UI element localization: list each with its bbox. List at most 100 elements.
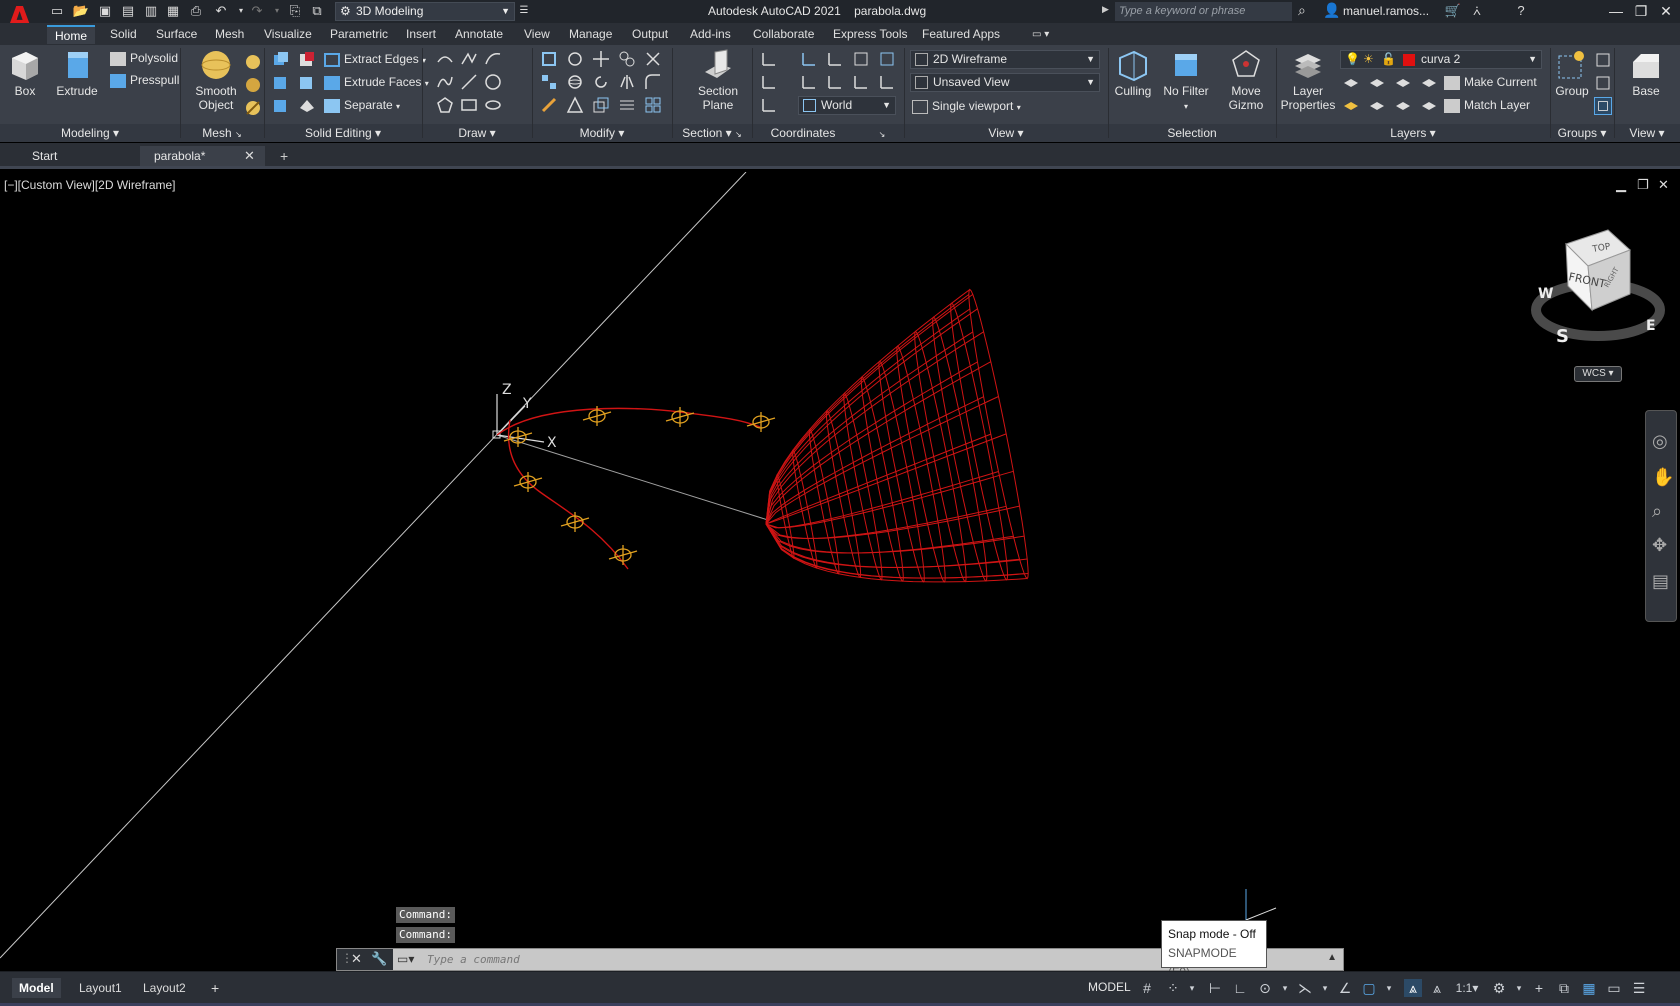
search-expand-icon[interactable]: ▶ <box>1102 4 1109 15</box>
extrude-faces-button[interactable]: Extrude Faces ▾ <box>324 73 429 91</box>
save-icon[interactable]: ▣ <box>96 3 114 19</box>
culling-button[interactable]: Culling <box>1110 48 1156 98</box>
redo-icon[interactable]: ↷ <box>248 3 266 19</box>
curve-grips[interactable] <box>503 406 776 565</box>
tab-surface[interactable]: Surface <box>148 25 205 44</box>
isodraft-dropdown-icon[interactable]: ▾ <box>1316 979 1334 997</box>
group-button[interactable]: Group <box>1552 48 1592 98</box>
tab-output[interactable]: Output <box>624 25 676 44</box>
undo-icon[interactable]: ↶ <box>212 3 230 19</box>
move-gizmo-button[interactable]: Move Gizmo <box>1218 48 1274 112</box>
restore-button[interactable]: ❐ <box>1630 2 1652 20</box>
named-view-dropdown[interactable]: Unsaved View ▼ <box>910 73 1100 92</box>
new-tab-plus-icon[interactable]: + <box>280 146 288 166</box>
tab-visualize[interactable]: Visualize <box>256 25 320 44</box>
workspace-dropdown-icon[interactable]: ▾ <box>1510 979 1528 997</box>
customize-toolbar-icon[interactable]: ☰ <box>515 3 533 19</box>
autodesk-app-icon[interactable]: ⩑ <box>1468 3 1486 19</box>
open-web-icon[interactable]: ▥ <box>142 3 160 19</box>
panel-title-view-2[interactable]: View ▾ <box>1614 125 1680 141</box>
plot-icon[interactable]: ⎙ <box>187 3 205 19</box>
ribbon-minimize-icon[interactable]: ▭ ▾ <box>1024 25 1057 44</box>
workspace-gear-icon[interactable]: ⚙ <box>1490 979 1508 997</box>
model-space-scene[interactable]: Z Y X <box>0 172 1680 971</box>
workspace-dropdown[interactable]: ⚙ 3D Modeling ▼ <box>335 2 515 21</box>
panel-title-coordinates[interactable]: Coordinates ↘ <box>752 125 904 141</box>
user-name[interactable]: manuel.ramos... <box>1343 4 1429 18</box>
minimize-button[interactable]: — <box>1605 2 1627 20</box>
search-icon[interactable]: ⌕ <box>1298 2 1306 19</box>
visual-style-dropdown[interactable]: 2D Wireframe ▼ <box>910 50 1100 69</box>
annotation-visibility-icon[interactable]: ⩓ <box>1404 979 1422 997</box>
panel-title-solid-editing[interactable]: Solid Editing ▾ <box>264 125 422 141</box>
hardware-acceleration-icon[interactable]: ▦ <box>1580 979 1598 997</box>
ortho-icon[interactable]: ∟ <box>1231 979 1249 997</box>
panel-title-selection[interactable]: Selection <box>1108 125 1276 141</box>
recent-commands-icon[interactable]: ▭▾ <box>397 952 414 966</box>
tab-express-tools[interactable]: Express Tools <box>825 25 915 44</box>
panel-title-modeling[interactable]: Modeling ▾ <box>0 125 180 141</box>
redo-dropdown-icon[interactable]: ▾ <box>268 3 286 19</box>
match-layer-button[interactable]: Match Layer <box>1444 96 1530 114</box>
annotation-monitor-icon[interactable]: + <box>1530 979 1548 997</box>
object-snap-dropdown-icon[interactable]: ▾ <box>1380 979 1398 997</box>
tab-mesh[interactable]: Mesh <box>207 25 252 44</box>
drawing-viewport[interactable]: [−][Custom View][2D Wireframe] ▁ ❐ ✕ Z Y… <box>0 172 1680 971</box>
search-input[interactable]: Type a keyword or phrase <box>1115 2 1292 21</box>
customization-menu-icon[interactable]: ☰ <box>1630 979 1648 997</box>
polar-icon[interactable]: ⊙ <box>1256 979 1274 997</box>
smooth-object-button[interactable]: Smooth Object <box>190 48 242 112</box>
panel-title-draw[interactable]: Draw ▾ <box>422 125 532 141</box>
panel-title-layers[interactable]: Layers ▾ <box>1276 125 1550 141</box>
history-expand-icon[interactable]: ▲ <box>1327 952 1337 963</box>
add-layout-plus-icon[interactable]: + <box>204 978 226 998</box>
section-plane-button[interactable]: Section Plane <box>690 48 746 112</box>
make-current-button[interactable]: Make Current <box>1444 73 1537 91</box>
separate-button[interactable]: Separate ▾ <box>324 96 400 114</box>
cart-icon[interactable]: 🛒 <box>1444 3 1462 19</box>
layout-tab-layout1[interactable]: Layout1 <box>72 978 129 998</box>
wcs-menu-button[interactable]: WCS ▾ <box>1574 366 1622 382</box>
tab-featured-apps[interactable]: Featured Apps <box>914 25 1008 44</box>
pan-hand-icon[interactable]: ✋ <box>1652 467 1674 488</box>
panel-title-view[interactable]: View ▾ <box>904 125 1108 141</box>
parabola-curve-lower[interactable] <box>507 419 629 570</box>
ucs-dropdown[interactable]: World ▼ <box>798 96 896 115</box>
layer-properties-button[interactable]: Layer Properties <box>1278 48 1338 112</box>
orbit-icon[interactable]: ✥ <box>1652 535 1667 556</box>
command-input[interactable]: Type a command <box>427 949 520 970</box>
panel-title-mesh[interactable]: Mesh ↘ <box>180 125 264 141</box>
snap-icon[interactable]: ⁘ <box>1164 979 1182 997</box>
layout-tab-model[interactable]: Model <box>12 978 61 998</box>
tab-collaborate[interactable]: Collaborate <box>745 25 822 44</box>
tab-annotate[interactable]: Annotate <box>447 25 511 44</box>
object-snap-icon[interactable]: ▢ <box>1360 979 1378 997</box>
extrude-button[interactable]: Extrude <box>54 48 100 98</box>
open-icon[interactable]: 📂 <box>72 3 90 19</box>
auto-scale-icon[interactable]: ⩓ <box>1428 979 1446 997</box>
dynamic-input-icon[interactable]: ⊢ <box>1206 979 1224 997</box>
steering-wheel-icon[interactable]: ◎ <box>1652 431 1668 452</box>
viewcube[interactable]: TOP FRONT RIGHT W S E <box>1530 224 1666 354</box>
close-command-icon[interactable]: ✕ <box>351 951 362 967</box>
showmotion-icon[interactable]: ▤ <box>1652 571 1669 592</box>
no-filter-button[interactable]: No Filter ▾ <box>1158 48 1214 114</box>
paraboloid-wireframe[interactable] <box>765 288 1029 583</box>
base-view-button[interactable]: Base <box>1618 48 1674 98</box>
new-icon[interactable]: ▭ <box>48 3 66 19</box>
object-snap-tracking-icon[interactable]: ∠ <box>1336 979 1354 997</box>
user-icon[interactable]: 👤 <box>1323 2 1340 19</box>
file-tab-start[interactable]: Start <box>20 146 140 166</box>
help-icon[interactable]: ? <box>1512 3 1530 19</box>
layer-dropdown[interactable]: 💡 ☀ 🔓 curva 2 ▼ <box>1340 50 1542 69</box>
panel-title-modify[interactable]: Modify ▾ <box>532 125 672 141</box>
layout-tab-layout2[interactable]: Layout2 <box>136 978 193 998</box>
tab-insert[interactable]: Insert <box>398 25 444 44</box>
snap-dropdown-icon[interactable]: ▾ <box>1183 979 1201 997</box>
panel-title-section[interactable]: Section ▾ ↘ <box>672 125 752 141</box>
polar-dropdown-icon[interactable]: ▾ <box>1276 979 1294 997</box>
tab-solid[interactable]: Solid <box>102 25 145 44</box>
tab-parametric[interactable]: Parametric <box>322 25 396 44</box>
annotation-scale[interactable]: 1:1▾ <box>1452 979 1482 997</box>
sheet-set-icon[interactable]: ⧉ <box>308 3 326 19</box>
